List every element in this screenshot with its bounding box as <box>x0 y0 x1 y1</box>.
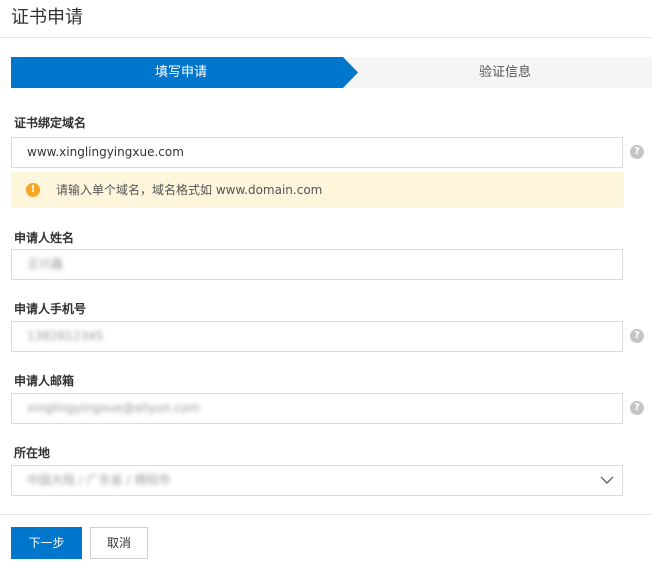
question-icon[interactable]: ? <box>630 329 644 343</box>
applicant-name-value: 王兴鑫 <box>27 257 64 271</box>
location-label: 所在地 <box>14 446 51 460</box>
applicant-name-label: 申请人姓名 <box>14 231 75 245</box>
step-fill-application: 填写申请 <box>154 65 207 80</box>
cancel-button[interactable]: 取消 <box>90 527 148 559</box>
applicant-email-input[interactable]: xinglingyingxue@aliyun.com <box>11 393 623 424</box>
notice-text: 请输入单个域名，域名格式如 www.domain.com <box>56 183 323 197</box>
applicant-phone-value: 1382812345 <box>27 329 104 343</box>
question-icon[interactable]: ? <box>630 401 644 415</box>
step-verify-info: 验证信息 <box>478 65 531 80</box>
question-icon[interactable]: ? <box>630 145 644 159</box>
domain-label: 证书绑定域名 <box>14 116 87 130</box>
applicant-name-input[interactable]: 王兴鑫 <box>11 249 623 280</box>
domain-format-notice: ! 请输入单个域名，域名格式如 www.domain.com <box>11 172 624 208</box>
next-step-button[interactable]: 下一步 <box>11 527 82 559</box>
chevron-down-icon <box>600 476 614 484</box>
location-value: 中国大陆 / 广东省 / 揭阳市 <box>27 473 171 487</box>
footer-divider <box>0 514 652 515</box>
applicant-phone-label: 申请人手机号 <box>14 302 87 316</box>
header-divider <box>0 37 652 38</box>
applicant-phone-input[interactable]: 1382812345 <box>11 321 623 352</box>
applicant-email-label: 申请人邮箱 <box>14 374 75 388</box>
location-select[interactable]: 中国大陆 / 广东省 / 揭阳市 <box>11 465 623 496</box>
step-progress-bar: 填写申请 验证信息 <box>11 57 652 88</box>
domain-input[interactable]: www.xinglingyingxue.com <box>11 137 623 168</box>
domain-input-value: www.xinglingyingxue.com <box>27 145 184 159</box>
page-title: 证书申请 <box>11 7 83 28</box>
warning-icon: ! <box>26 183 40 197</box>
applicant-email-value: xinglingyingxue@aliyun.com <box>27 401 201 415</box>
